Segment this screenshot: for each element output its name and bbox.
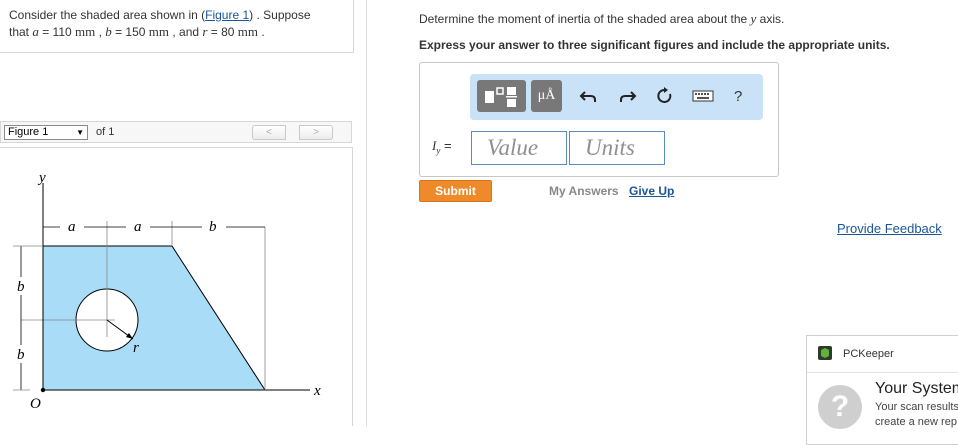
- unit-mm: mm: [75, 24, 96, 39]
- problem-line-1: Consider the shaded area shown in (Figur…: [9, 8, 311, 22]
- pckeeper-title: PCKeeper: [843, 348, 894, 360]
- figure-count: of 1: [96, 126, 115, 138]
- problem-text: .: [258, 25, 265, 39]
- question-mark-icon: ?: [818, 385, 862, 429]
- problem-text: , and: [169, 25, 203, 39]
- redo-icon[interactable]: [617, 86, 637, 106]
- problem-text: that: [9, 25, 33, 39]
- provide-feedback-link[interactable]: Provide Feedback: [837, 221, 942, 236]
- value-b: = 150: [111, 25, 149, 39]
- dropdown-arrow-icon: ▼: [76, 128, 84, 137]
- dimension-b-label: b: [17, 279, 25, 295]
- keyboard-icon[interactable]: [692, 86, 714, 106]
- dimension-a-label: a: [68, 219, 76, 235]
- pckeeper-message: create a new rep: [875, 416, 957, 428]
- figure-1-link[interactable]: Figure 1: [205, 8, 249, 22]
- dimension-b-label: b: [17, 347, 25, 363]
- pckeeper-message: Your scan results: [875, 401, 958, 413]
- problem-text: ) . Suppose: [249, 8, 311, 22]
- value-input[interactable]: [471, 131, 567, 165]
- value-a: = 110: [38, 25, 75, 39]
- value-r: = 80: [207, 25, 238, 39]
- give-up-link[interactable]: Give Up: [629, 184, 674, 198]
- reset-icon[interactable]: [655, 86, 675, 106]
- unit-mm: mm: [148, 24, 170, 39]
- figure-select[interactable]: Figure 1 ▼: [4, 125, 88, 140]
- question-text: Determine the moment of inertia of the s…: [419, 12, 751, 26]
- next-figure-button[interactable]: >: [299, 125, 333, 140]
- pckeeper-logo-icon: [818, 346, 832, 360]
- micro-angstrom-icon[interactable]: μÅ: [531, 80, 562, 112]
- submit-button[interactable]: Submit: [419, 180, 492, 202]
- equals-sign: =: [440, 138, 452, 153]
- undo-icon[interactable]: [579, 86, 599, 106]
- template-icon[interactable]: [477, 80, 526, 112]
- problem-text: ,: [95, 25, 106, 39]
- radius-label: r: [133, 340, 139, 356]
- unit-mm: mm: [237, 24, 259, 39]
- question-line-1: Determine the moment of inertia of the s…: [419, 11, 784, 27]
- x-axis-label: x: [313, 383, 321, 399]
- my-answers-link[interactable]: My Answers: [549, 184, 619, 198]
- problem-line-2: that a = 110 mm , b = 150 mm , and r = 8…: [9, 24, 265, 40]
- origin-label: O: [30, 396, 41, 412]
- question-text: axis.: [756, 12, 785, 26]
- units-input[interactable]: [569, 131, 665, 165]
- figure-select-value: Figure 1: [8, 126, 49, 138]
- problem-statement: Consider the shaded area shown in (Figur…: [0, 0, 354, 53]
- figure-navigation-bar: Figure 1 ▼ of 1 < >: [0, 121, 352, 143]
- dimension-a-label: a: [134, 219, 142, 235]
- figure-diagram: y x O a a b b b r: [12, 170, 321, 412]
- pckeeper-heading: Your System: [875, 380, 958, 397]
- y-axis-label: y: [37, 170, 46, 186]
- previous-figure-button[interactable]: <: [252, 125, 286, 140]
- dimension-b-label: b: [209, 219, 217, 235]
- origin-point: [40, 387, 46, 393]
- answer-label: Iy =: [432, 138, 452, 156]
- problem-text: Consider the shaded area shown in (: [9, 8, 206, 22]
- help-icon[interactable]: ?: [734, 88, 742, 105]
- question-instruction: Express your answer to three significant…: [419, 38, 890, 52]
